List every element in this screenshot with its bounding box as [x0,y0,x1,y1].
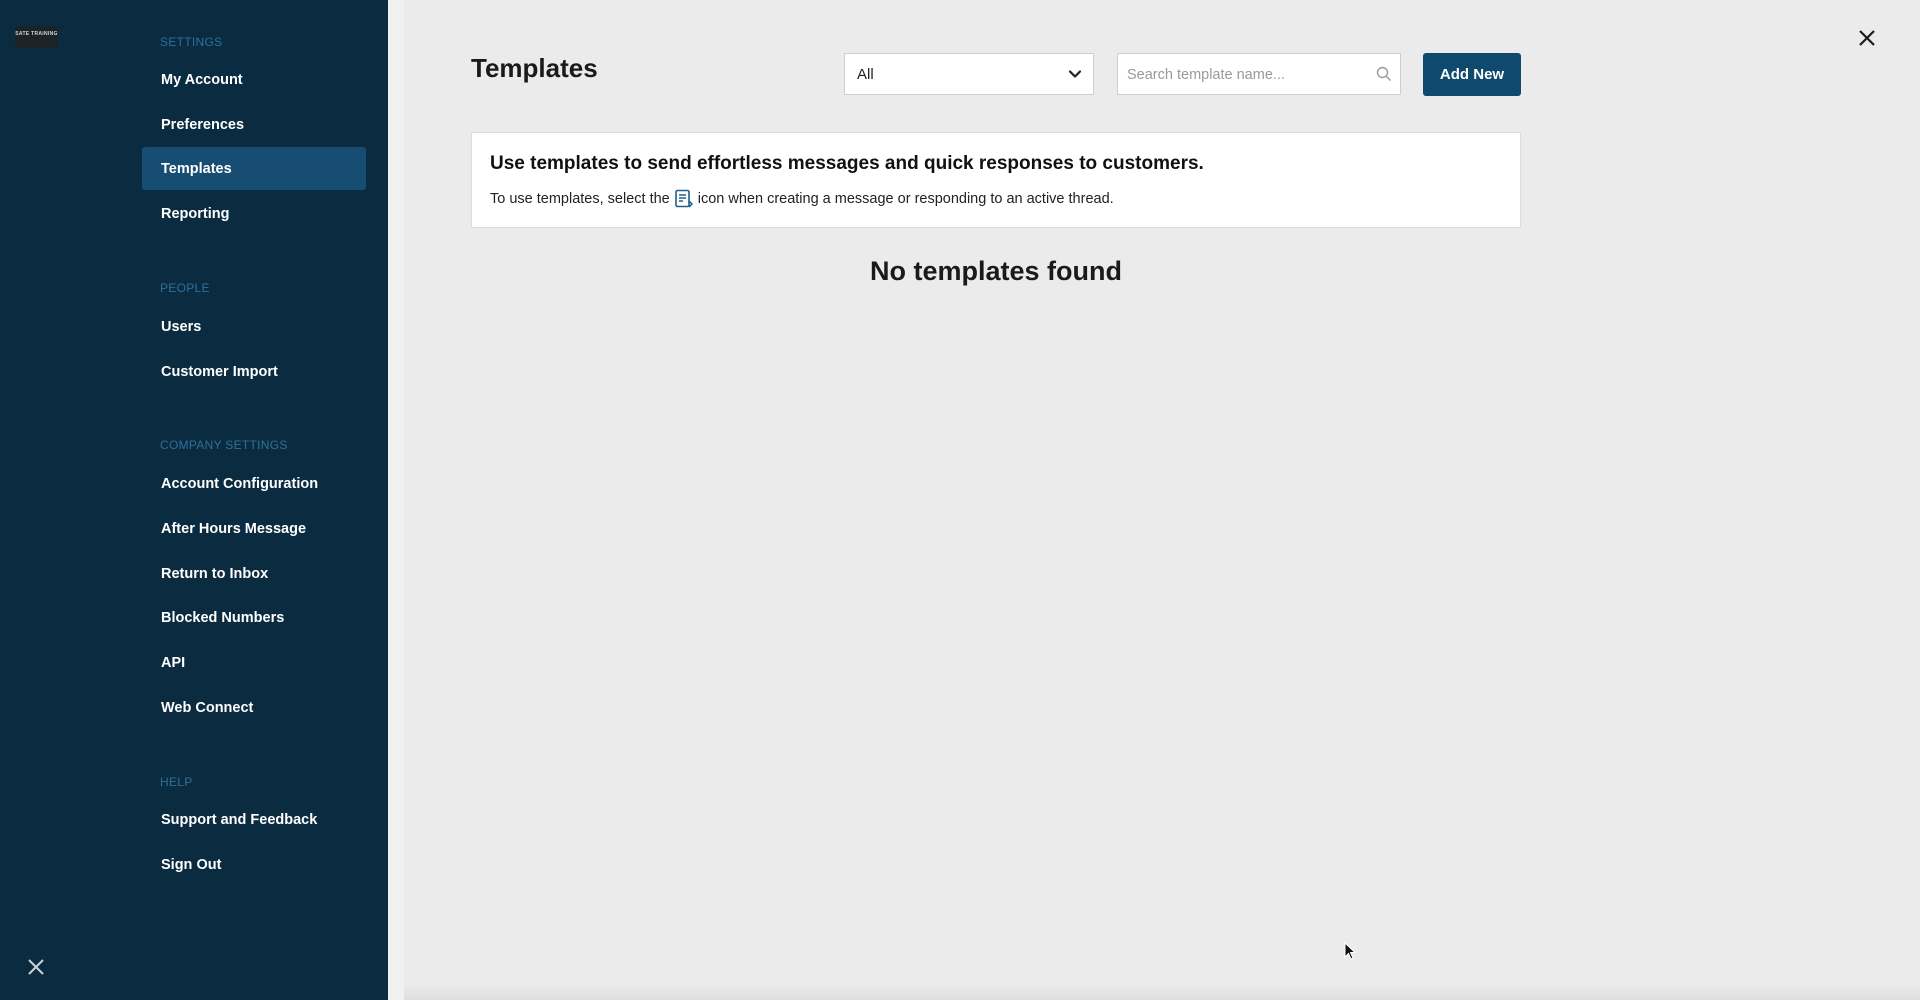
app-rail: SATE TRAINING [0,0,132,1000]
info-heading: Use templates to send effortless message… [490,153,1204,174]
chevron-down-icon [1068,70,1082,78]
sidebar-item-support-and-feedback[interactable]: Support and Feedback [142,798,366,841]
templates-panel: Templates All Add New Use templates to s… [404,0,1920,1000]
sidebar-divider [388,0,404,1000]
add-new-button[interactable]: Add New [1423,53,1521,96]
section-title-help: HELP [160,775,193,789]
section-title-people: PEOPLE [160,281,210,295]
templates-info-box: Use templates to send effortless message… [471,132,1521,228]
page-title: Templates [471,53,598,83]
close-menu-icon[interactable] [26,957,46,977]
close-icon[interactable] [1856,27,1878,49]
bottom-shadow [404,985,1920,1000]
sidebar-item-web-connect[interactable]: Web Connect [142,686,366,729]
sidebar-item-templates[interactable]: Templates [142,147,366,190]
search-icon [1376,66,1391,81]
empty-state-message: No templates found [869,256,1122,286]
sidebar-item-customer-import[interactable]: Customer Import [142,350,366,393]
sidebar-item-preferences[interactable]: Preferences [142,103,366,146]
template-search[interactable] [1117,53,1401,96]
sidebar-item-api[interactable]: API [142,641,366,684]
template-icon [674,189,693,208]
company-logo: SATE TRAINING [15,26,58,48]
section-title-settings: SETTINGS [160,35,223,49]
sidebar-item-my-account[interactable]: My Account [142,58,366,101]
filter-selected-value: All [857,65,874,83]
mouse-cursor-icon [1344,942,1357,960]
search-input[interactable] [1118,54,1359,96]
sidebar-item-blocked-numbers[interactable]: Blocked Numbers [142,596,366,639]
settings-sidebar: SETTINGS My Account Preferences Template… [132,0,388,1000]
info-text-before: To use templates, select the [490,191,670,207]
section-title-company-settings: COMPANY SETTINGS [160,438,288,452]
sidebar-item-sign-out[interactable]: Sign Out [142,843,366,886]
sidebar-item-users[interactable]: Users [142,305,366,348]
sidebar-item-return-to-inbox[interactable]: Return to Inbox [142,552,366,595]
info-text: To use templates, select the icon when c… [490,189,1114,209]
info-text-after: icon when creating a message or respondi… [697,191,1114,207]
sidebar-item-after-hours-message[interactable]: After Hours Message [142,507,366,550]
template-filter-select[interactable]: All [844,53,1094,95]
sidebar-item-account-configuration[interactable]: Account Configuration [142,462,366,505]
sidebar-item-reporting[interactable]: Reporting [142,192,366,235]
